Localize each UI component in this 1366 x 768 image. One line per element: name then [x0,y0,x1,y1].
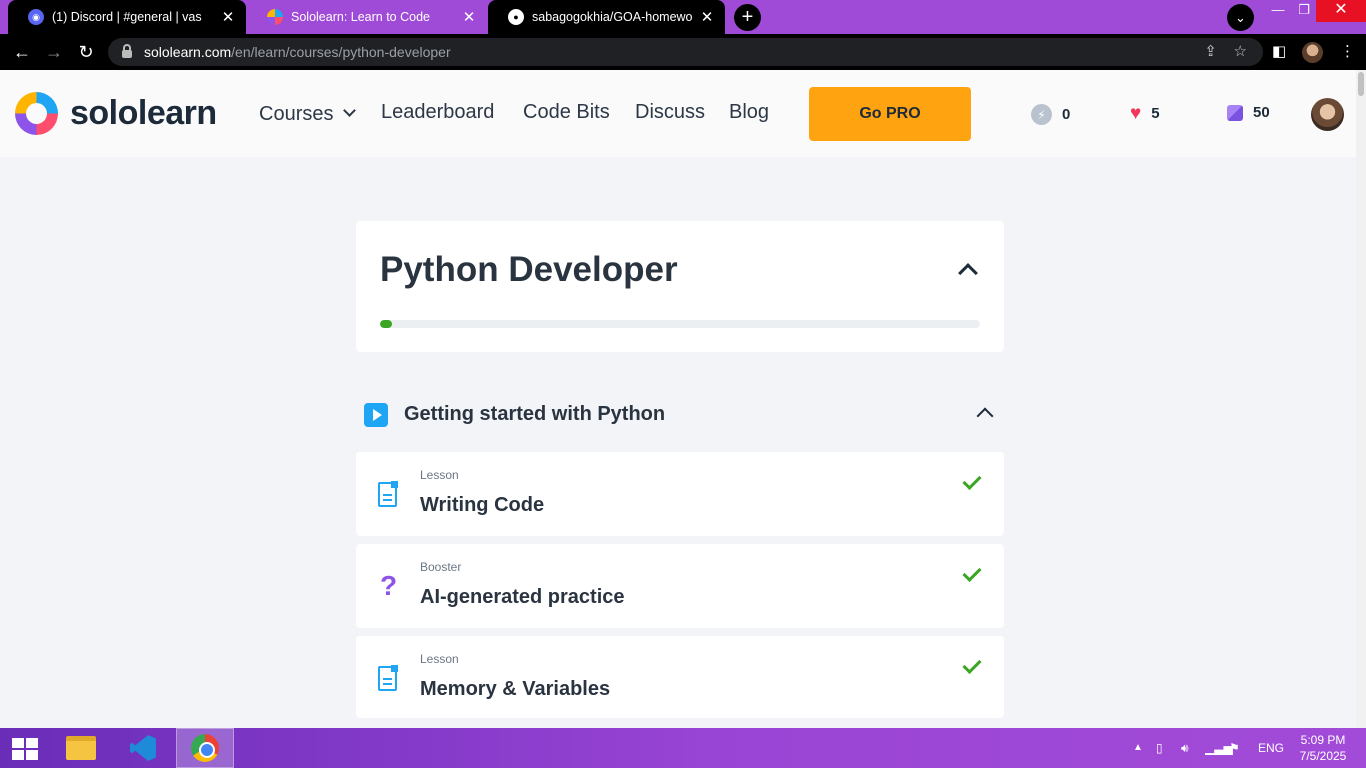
chevron-down-icon [343,103,357,117]
streak-counter[interactable]: ⚡ 0 [1031,104,1070,125]
page-scrollbar[interactable] [1356,70,1366,728]
item-type: Lesson [420,652,459,666]
nav-courses-label: Courses [259,102,334,125]
item-name: Memory & Variables [420,678,611,700]
input-language[interactable]: ENG [1258,728,1284,768]
volume-icon[interactable]: 🔊︎ [1181,728,1189,768]
tab-sololearn[interactable]: Sololearn: Learn to Code ✕ [247,0,487,34]
bookmark-star-icon[interactable]: ☆ [1234,38,1247,66]
checkmark-icon [962,654,982,675]
item-type: Booster [420,560,462,574]
nav-courses[interactable]: Courses [259,101,357,127]
tab-title: Sololearn: Learn to Code [291,10,430,24]
lesson-icon [378,665,398,691]
gem-icon [1227,104,1243,121]
profile-avatar[interactable] [1302,42,1323,63]
course-card: Python Developer [356,221,1004,352]
browser-toolbar: ← → ↻ sololearn.com/en/learn/courses/pyt… [0,34,1366,70]
show-hidden-icons[interactable]: ▲ [1133,728,1143,768]
module-title: Getting started with Python [404,403,666,425]
side-panel-icon[interactable]: ◧ [1272,42,1286,60]
tab-github[interactable]: ● sabagogokhia/GOA-homeworks ✕ [488,0,725,34]
chrome-icon [191,734,219,762]
user-avatar[interactable] [1311,98,1344,131]
close-tab-icon[interactable]: ✕ [220,8,236,26]
tab-title: (1) Discord | #general | vas [52,10,202,24]
heart-icon: ♥ [1130,103,1142,124]
close-tab-icon[interactable]: ✕ [461,8,477,26]
checkmark-icon [962,470,982,491]
browser-menu-icon[interactable]: ⋮ [1340,42,1355,60]
question-mark-icon: ? [380,570,398,601]
hearts-value: 5 [1151,105,1160,122]
browser-tab-strip: ◉ (1) Discord | #general | vas ✕ Sololea… [0,0,1366,34]
tab-search-button[interactable]: ⌄ [1227,4,1254,31]
lightning-icon: ⚡ [1031,104,1052,125]
restore-button[interactable]: ❐ [1289,0,1319,22]
notification-icon[interactable]: ⚑ [1229,728,1240,768]
gems-value: 50 [1253,104,1270,121]
chrome-app[interactable] [176,728,234,768]
url-path: /en/learn/courses/python-developer [231,44,451,60]
close-window-button[interactable]: ✕ [1316,0,1366,22]
folder-icon [66,736,96,760]
streak-value: 0 [1062,106,1071,123]
module-header[interactable]: Getting started with Python [356,392,1004,436]
booster-item[interactable]: ? Booster AI-generated practice [356,544,1004,628]
hearts-counter[interactable]: ♥ 5 [1130,104,1160,123]
item-name: Writing Code [420,494,545,516]
lock-icon [122,44,132,58]
url-host: sololearn.com [144,44,232,60]
go-pro-button[interactable]: Go PRO [809,87,971,141]
clock-date: 7/5/2025 [1299,749,1347,763]
reload-button[interactable]: ↻ [73,40,99,64]
nav-discuss[interactable]: Discuss [635,101,705,127]
gems-counter[interactable]: 50 [1227,104,1270,121]
logo-text: sololearn [70,94,217,132]
chevron-up-icon[interactable] [976,407,994,425]
sololearn-icon [267,9,283,25]
discord-icon: ◉ [28,9,44,25]
sololearn-logo[interactable]: sololearn [15,92,217,135]
windows-taskbar: ▲ ▯ 🔊︎ ▁▃▅ ⚑ ENG 5:09 PM 7/5/2025 [0,728,1366,768]
share-icon[interactable]: ⇪ [1204,38,1217,66]
back-button[interactable]: ← [9,40,35,64]
vscode-app[interactable] [114,728,172,768]
close-tab-icon[interactable]: ✕ [699,8,715,26]
item-name: AI-generated practice [420,586,625,608]
clock-time: 5:09 PM [1300,733,1346,747]
lesson-item[interactable]: Lesson Writing Code [356,452,1004,536]
nav-leaderboard[interactable]: Leaderboard [381,101,494,127]
tab-title: sabagogokhia/GOA-homeworks [532,10,693,24]
lesson-icon [378,481,398,507]
sololearn-logo-icon [15,92,58,135]
new-tab-button[interactable]: + [734,4,761,31]
course-progress-fill [380,320,392,328]
address-bar[interactable]: sololearn.com/en/learn/courses/python-de… [108,38,1263,66]
tab-discord[interactable]: ◉ (1) Discord | #general | vas ✕ [8,0,246,34]
vscode-icon [130,735,156,761]
nav-code-bits[interactable]: Code Bits [523,101,610,127]
device-icon[interactable]: ▯ [1156,728,1163,768]
item-type: Lesson [420,468,459,482]
play-icon [364,403,388,427]
checkmark-icon [962,562,982,583]
system-clock[interactable]: 5:09 PM 7/5/2025 [1292,732,1354,764]
site-header: sololearn Courses Leaderboard Code Bits … [0,70,1356,157]
nav-blog[interactable]: Blog [729,101,769,127]
scrollbar-thumb[interactable] [1358,72,1364,96]
course-title: Python Developer [380,250,678,289]
forward-button[interactable]: → [41,40,67,64]
file-explorer-app[interactable] [52,728,110,768]
github-icon: ● [508,9,524,25]
course-progress-bar [380,320,980,328]
lesson-item[interactable]: Lesson Memory & Variables [356,636,1004,718]
chevron-up-icon[interactable] [958,263,978,283]
windows-start-icon[interactable] [12,738,38,760]
